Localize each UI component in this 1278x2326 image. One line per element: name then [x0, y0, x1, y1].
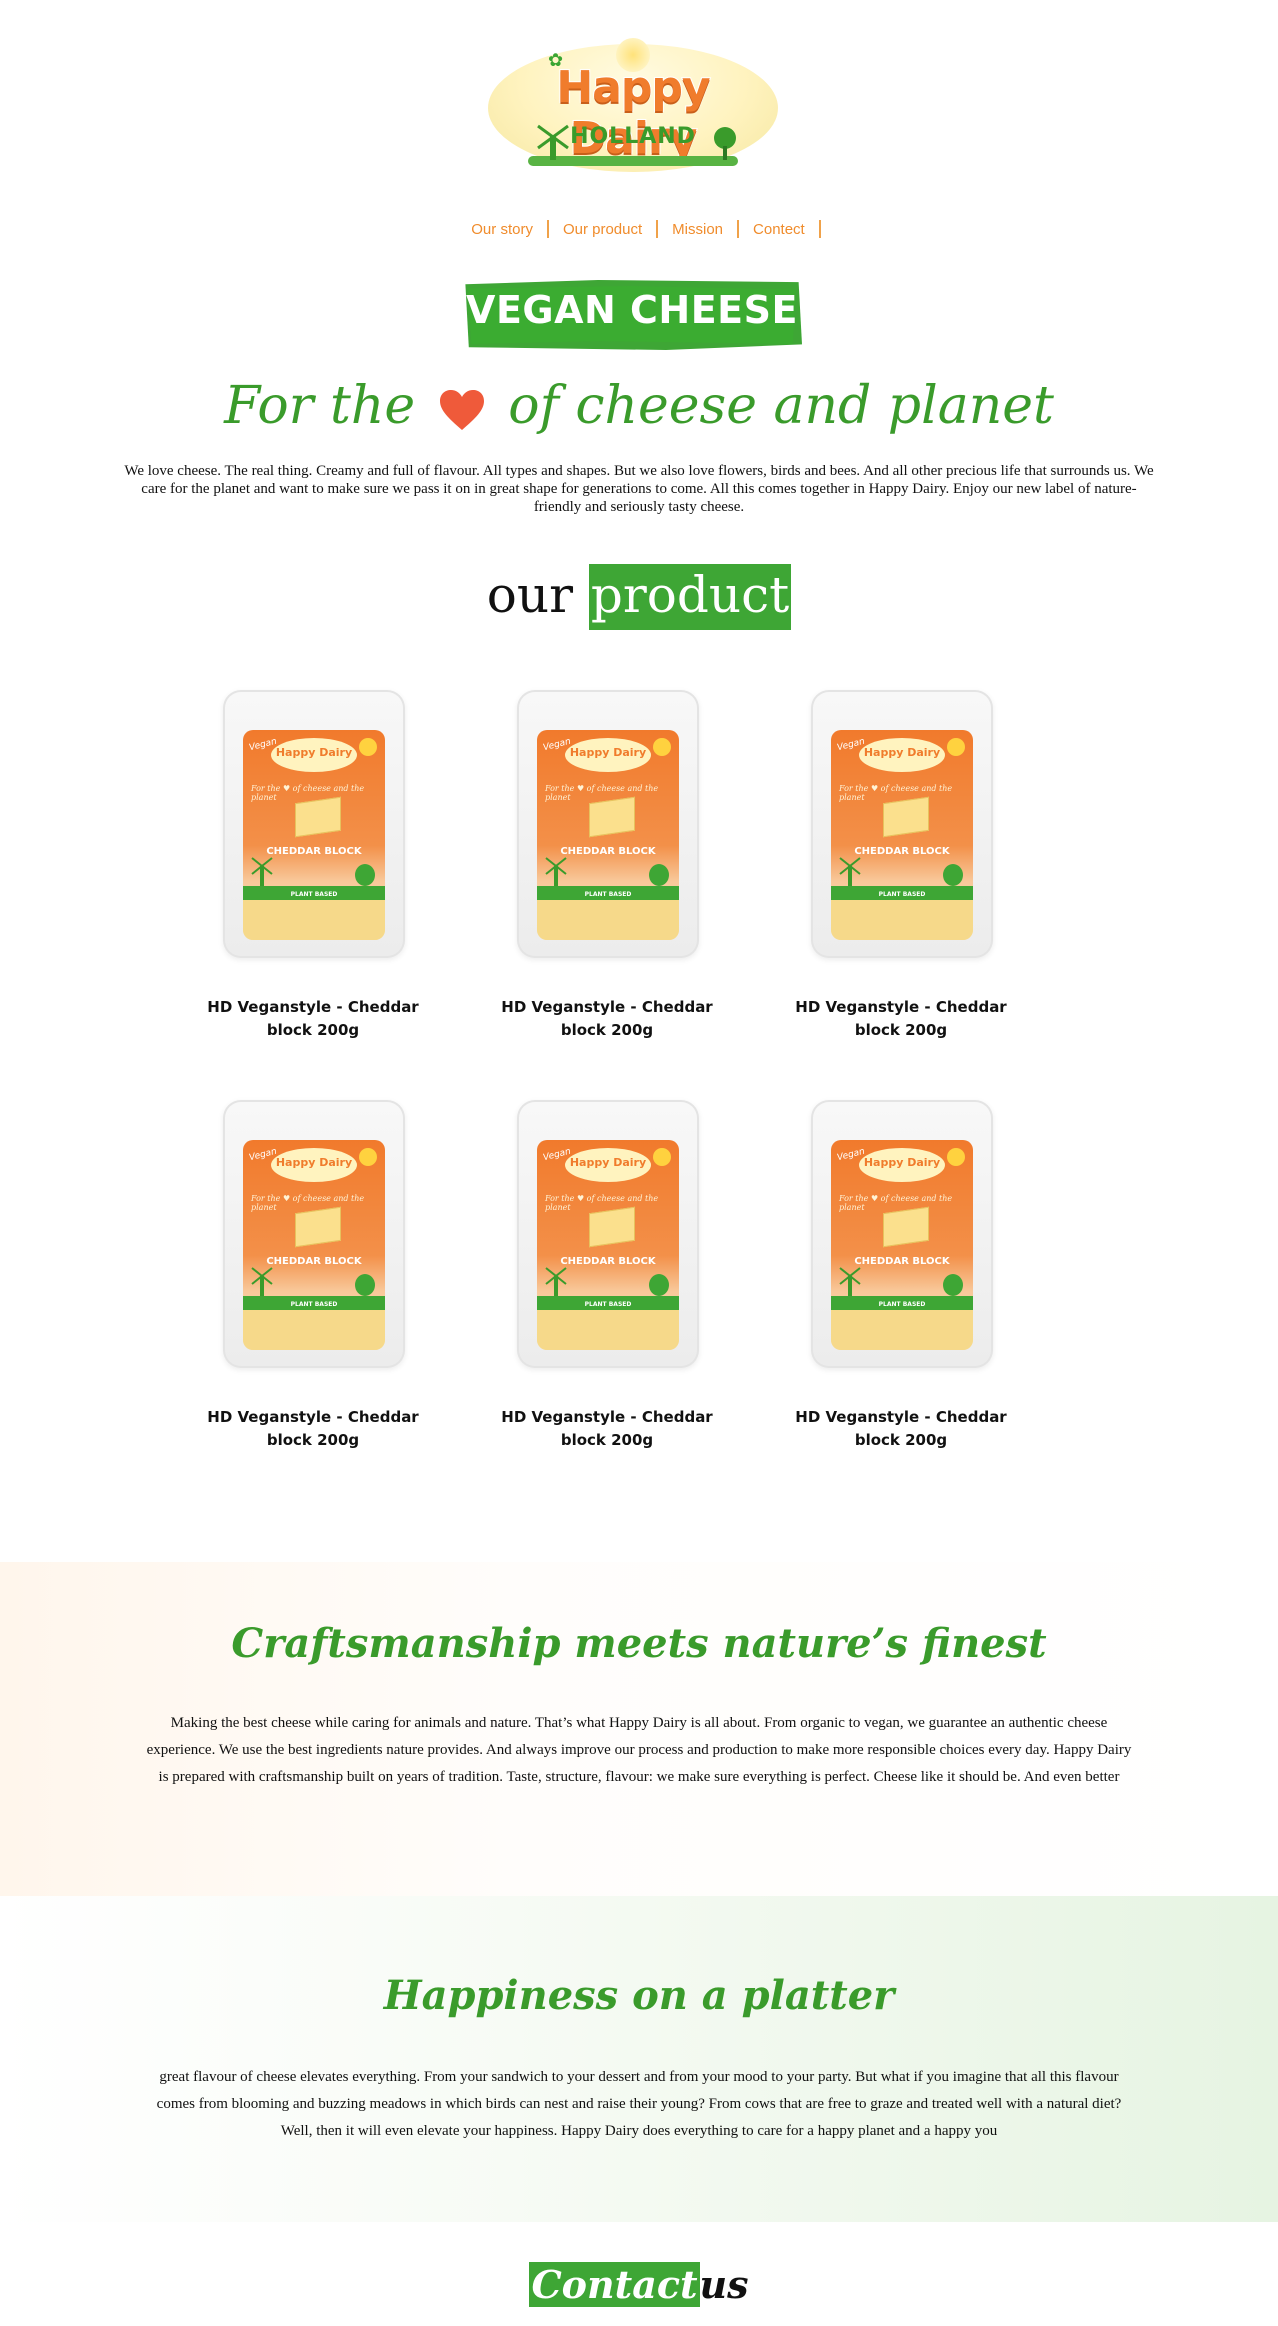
tree-icon — [355, 1274, 375, 1296]
package-footer: PLANT BASED — [584, 1301, 632, 1308]
windmill-icon — [545, 1267, 567, 1296]
product-card[interactable]: Vegan Happy Dairy For the ♥ of cheese an… — [477, 690, 737, 1042]
sun-icon — [653, 738, 671, 756]
package-brand: Happy Dairy — [859, 738, 945, 772]
tree-icon — [649, 1274, 669, 1296]
windmill-icon — [839, 1267, 861, 1296]
main-nav: Our story Our product Mission Contect — [0, 220, 1278, 238]
windmill-icon — [545, 857, 567, 886]
contact-heading-word1: Contact — [529, 2262, 700, 2307]
tagline-after: of cheese and planet — [508, 376, 1054, 436]
cheese-block-icon — [589, 1206, 635, 1248]
products-heading-word2: product — [588, 564, 792, 630]
package-footer: PLANT BASED — [290, 891, 338, 898]
package-brand: Happy Dairy — [271, 738, 357, 772]
craftsmanship-text: Making the best cheese while caring for … — [146, 1715, 1132, 1785]
happiness-section: Happiness on a platter great flavour of … — [0, 1896, 1278, 2222]
package-footer: PLANT BASED — [878, 1301, 926, 1308]
cheese-slice — [537, 1310, 679, 1350]
product-image[interactable]: Vegan Happy Dairy For the ♥ of cheese an… — [811, 690, 993, 958]
nav-item-our-product[interactable]: Our product — [549, 221, 656, 238]
tree-icon — [714, 127, 736, 160]
vegan-cheese-banner: VEGAN CHEESE — [462, 280, 802, 350]
cheese-block-icon — [883, 1206, 929, 1248]
contact-heading: Contactus — [0, 2262, 1278, 2307]
windmill-icon — [251, 857, 273, 886]
sun-icon — [947, 1148, 965, 1166]
nav-item-mission[interactable]: Mission — [658, 221, 737, 238]
package-brand: Happy Dairy — [565, 738, 651, 772]
cheese-slice — [243, 1310, 385, 1350]
product-image[interactable]: Vegan Happy Dairy For the ♥ of cheese an… — [517, 1100, 699, 1368]
product-name[interactable]: HD Veganstyle - Cheddar block 200g — [183, 996, 443, 1042]
cheese-block-icon — [295, 1206, 341, 1248]
package-brand: Happy Dairy — [271, 1148, 357, 1182]
happiness-title: Happiness on a platter — [383, 1972, 895, 2019]
tree-icon — [943, 1274, 963, 1296]
package-label: Vegan Happy Dairy For the ♥ of cheese an… — [831, 1140, 973, 1350]
sun-icon — [359, 738, 377, 756]
tree-icon — [943, 864, 963, 886]
product-card[interactable]: Vegan Happy Dairy For the ♥ of cheese an… — [771, 690, 1031, 1042]
product-card[interactable]: Vegan Happy Dairy For the ♥ of cheese an… — [477, 1100, 737, 1452]
windmill-icon — [251, 1267, 273, 1296]
product-image[interactable]: Vegan Happy Dairy For the ♥ of cheese an… — [223, 1100, 405, 1368]
sun-icon — [947, 738, 965, 756]
product-card[interactable]: Vegan Happy Dairy For the ♥ of cheese an… — [771, 1100, 1031, 1452]
happiness-text: great flavour of cheese elevates everyth… — [156, 2069, 1122, 2139]
product-name[interactable]: HD Veganstyle - Cheddar block 200g — [183, 1406, 443, 1452]
banner-label: VEGAN CHEESE — [466, 288, 798, 332]
tagline-before: For the — [224, 376, 416, 436]
contact-heading-word2: us — [699, 2262, 749, 2307]
tagline-heading: For the of cheese and planet — [0, 376, 1278, 436]
cheese-slice — [831, 1310, 973, 1350]
tree-icon — [649, 864, 669, 886]
product-card[interactable]: Vegan Happy Dairy For the ♥ of cheese an… — [183, 1100, 443, 1452]
heart-icon — [439, 389, 484, 430]
product-image[interactable]: Vegan Happy Dairy For the ♥ of cheese an… — [223, 690, 405, 958]
sun-icon — [359, 1148, 377, 1166]
intro-paragraph: We love cheese. The real thing. Creamy a… — [124, 463, 1154, 515]
package-label: Vegan Happy Dairy For the ♥ of cheese an… — [537, 730, 679, 940]
package-brand: Happy Dairy — [565, 1148, 651, 1182]
package-footer: PLANT BASED — [290, 1301, 338, 1308]
product-image[interactable]: Vegan Happy Dairy For the ♥ of cheese an… — [517, 690, 699, 958]
product-name[interactable]: HD Veganstyle - Cheddar block 200g — [477, 996, 737, 1042]
nav-item-contact[interactable]: Contect — [739, 221, 819, 238]
sun-icon — [653, 1148, 671, 1166]
products-heading: our product — [0, 564, 1278, 630]
products-heading-word1: our — [486, 566, 573, 624]
product-image[interactable]: Vegan Happy Dairy For the ♥ of cheese an… — [811, 1100, 993, 1368]
package-footer: PLANT BASED — [584, 891, 632, 898]
cheese-block-icon — [883, 796, 929, 838]
package-label: Vegan Happy Dairy For the ♥ of cheese an… — [831, 730, 973, 940]
craftsmanship-section: Craftsmanship meets nature’s finest Maki… — [0, 1562, 1278, 1896]
product-name[interactable]: HD Veganstyle - Cheddar block 200g — [771, 996, 1031, 1042]
brand-logo[interactable]: ✿ Happy Dairy HOLLAND — [488, 38, 778, 178]
cheese-slice — [537, 900, 679, 940]
cheese-slice — [243, 900, 385, 940]
windmill-icon — [537, 124, 569, 160]
cheese-block-icon — [589, 796, 635, 838]
package-footer: PLANT BASED — [878, 891, 926, 898]
product-name[interactable]: HD Veganstyle - Cheddar block 200g — [477, 1406, 737, 1452]
package-label: Vegan Happy Dairy For the ♥ of cheese an… — [537, 1140, 679, 1350]
nav-divider — [818, 220, 821, 238]
package-label: Vegan Happy Dairy For the ♥ of cheese an… — [243, 1140, 385, 1350]
product-name[interactable]: HD Veganstyle - Cheddar block 200g — [771, 1406, 1031, 1452]
nav-item-our-story[interactable]: Our story — [457, 221, 547, 238]
craftsmanship-title: Craftsmanship meets nature’s finest — [231, 1620, 1047, 1667]
windmill-icon — [839, 857, 861, 886]
package-brand: Happy Dairy — [859, 1148, 945, 1182]
product-card[interactable]: Vegan Happy Dairy For the ♥ of cheese an… — [183, 690, 443, 1042]
cheese-block-icon — [295, 796, 341, 838]
tree-icon — [355, 864, 375, 886]
cheese-slice — [831, 900, 973, 940]
package-label: Vegan Happy Dairy For the ♥ of cheese an… — [243, 730, 385, 940]
